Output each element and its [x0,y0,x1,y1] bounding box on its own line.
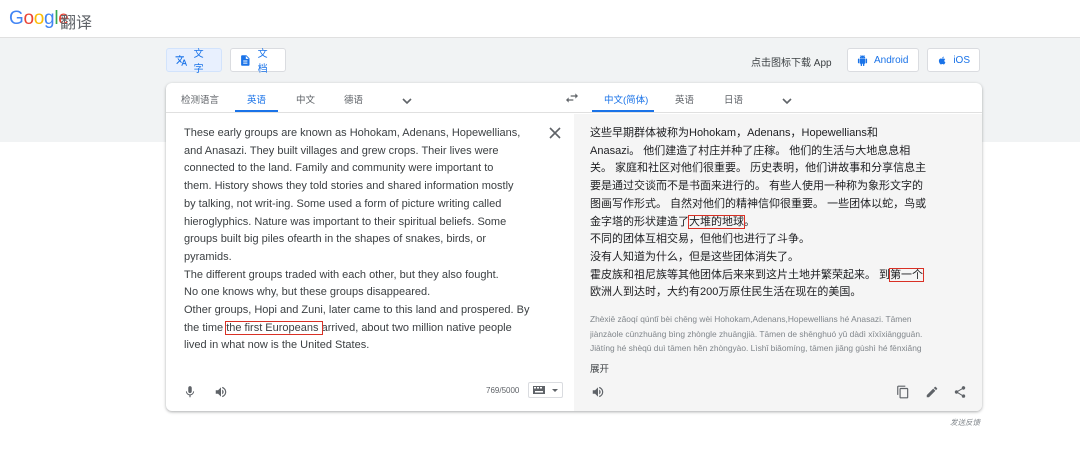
tab-target-japanese[interactable]: 日语 [724,92,743,106]
microphone-icon[interactable] [183,385,197,399]
translate-icon [175,54,188,66]
clear-text-icon[interactable] [549,126,561,139]
source-line: These early groups are known as Hohokam,… [184,127,521,139]
source-line: pyramids. [184,250,232,263]
android-label: Android [874,54,909,66]
source-line: the time the first Europeans arrived, ab… [184,320,554,338]
translation-card: 检测语言 英语 中文 德语 中文(简体) 英语 日语 These early g… [166,83,982,411]
keyboard-icon [533,386,545,394]
logo-letter: G [9,8,24,29]
source-text-area[interactable]: These early groups are known as Hohokam,… [184,125,554,355]
apple-icon [938,56,946,64]
source-tab-indicator [235,110,278,112]
keyboard-selector[interactable] [528,382,563,398]
source-line: connected to the land. Family and commun… [184,162,494,175]
highlighted-phrase: 第一个 [889,267,925,282]
target-text-segment: 。 [744,215,755,228]
product-name: 翻译 [60,15,93,32]
listen-source-icon[interactable] [214,385,228,399]
highlighted-phrase: the first Europeans [225,320,323,335]
target-line: Anasazi。 他们建造了村庄并种了庄稼。 他们的生活与大地息息相 [590,144,911,157]
translation-output: 这些早期群体被称为Hohokam，Adenans，Hopewellians和 A… [590,125,950,302]
android-app-button[interactable]: Android [847,48,919,72]
target-line: 没有人知道为什么，但是这些团体消失了。 [590,250,799,263]
romanization-text: Zhèxiē zǎoqí qúntǐ bèi chēng wèi Hohokam… [590,312,950,356]
tab-source-chinese[interactable]: 中文 [296,92,315,106]
target-line: 关。 家庭和社区对他们很重要。 历史表明，他们讲故事和分享信息主 [590,162,927,175]
source-line: them. History shows they told stories an… [184,180,514,193]
text-mode-button[interactable]: 文字 [166,48,222,75]
source-language-chevron-icon[interactable] [402,93,412,105]
expand-link[interactable]: 展开 [590,361,609,375]
tab-detect-language[interactable]: 检测语言 [181,92,219,106]
target-line: 要是通过交谈而不是书面来进行的。 有些人使用一种称为象形文字的 [590,180,924,193]
share-icon[interactable] [953,385,967,399]
source-line: The different groups traded with each ot… [184,268,499,281]
source-line: No one knows why, but these groups disap… [184,286,431,299]
target-tab-indicator [592,110,654,112]
ios-app-button[interactable]: iOS [927,48,980,72]
download-prompt: 点击图标下载 App [751,58,832,69]
logo-letter: o [33,8,45,29]
highlighted-phrase: 大堆的地球 [688,214,745,229]
logo-letter: g [44,8,55,29]
source-line: by talking, not writ-ing. Some used a fo… [184,197,502,210]
language-tab-bar: 检测语言 英语 中文 德语 中文(简体) 英语 日语 [166,83,982,113]
send-feedback-link[interactable]: 发送反馈 [950,417,980,428]
dropdown-arrow-icon [552,388,558,392]
source-line: and Anasazi. They built villages and gre… [184,144,499,157]
romanization-line: Jiātíng hé shèqū duì tāmen hěn zhòngyào.… [590,343,922,353]
romanization-line: Zhèxiē zǎoqí qúntǐ bèi chēng wèi Hohokam… [590,314,912,324]
target-text-segment: 金字塔的形状建造了 [590,215,689,228]
target-line: 金字塔的形状建造了大堆的地球。 [590,214,950,232]
edit-pencil-icon[interactable] [925,385,939,399]
document-icon [241,54,250,66]
tab-source-german[interactable]: 德语 [344,92,363,106]
source-line: hieroglyphics. Nature was important to t… [184,215,507,228]
swap-languages-icon[interactable] [564,90,580,106]
source-line: Other groups, Hopi and Zuni, later came … [184,304,530,317]
copy-icon[interactable] [896,385,910,399]
target-text-segment: 霍皮族和祖尼族等其他团体后来来到这片土地并繁荣起来。 到 [590,268,891,281]
tab-target-chinese-simplified[interactable]: 中文(简体) [604,92,648,106]
android-icon [857,54,868,66]
target-line: 欧洲人到达时，大约有200万原住民生活在现在的美国。 [590,286,862,299]
source-text-segment: arrived, about two million native people [321,321,512,334]
logo-letter: o [23,8,34,29]
target-line: 霍皮族和祖尼族等其他团体后来来到这片土地并繁荣起来。 到第一个 [590,267,950,285]
target-line: 这些早期群体被称为Hohokam，Adenans，Hopewellians和 [590,127,878,139]
target-language-chevron-icon[interactable] [782,93,792,105]
tab-target-english[interactable]: 英语 [675,92,694,106]
tab-source-english[interactable]: 英语 [247,92,266,106]
listen-translation-icon[interactable] [591,385,605,399]
text-mode-label: 文字 [193,49,204,75]
source-text-segment: the time [184,321,227,334]
source-line: groups built big piles ofearth in the sh… [184,233,487,246]
top-bar: Google 翻译 [0,0,1080,38]
target-line: 图画写作形式。 自然对他们的精神信仰很重要。 一些团体以蛇，鸟或 [590,197,927,210]
romanization-line: jiànzàole cūnzhuāng bìng zhòngle zhuāngj… [590,328,923,339]
ios-label: iOS [953,54,970,66]
docs-mode-label: 文档 [257,49,268,75]
target-line: 不同的团体互相交易，但他们也进行了斗争。 [590,233,810,246]
source-line: lived in what now is the United States. [184,339,370,352]
character-count: 769/5000 [486,386,520,395]
docs-mode-button[interactable]: 文档 [230,48,286,75]
